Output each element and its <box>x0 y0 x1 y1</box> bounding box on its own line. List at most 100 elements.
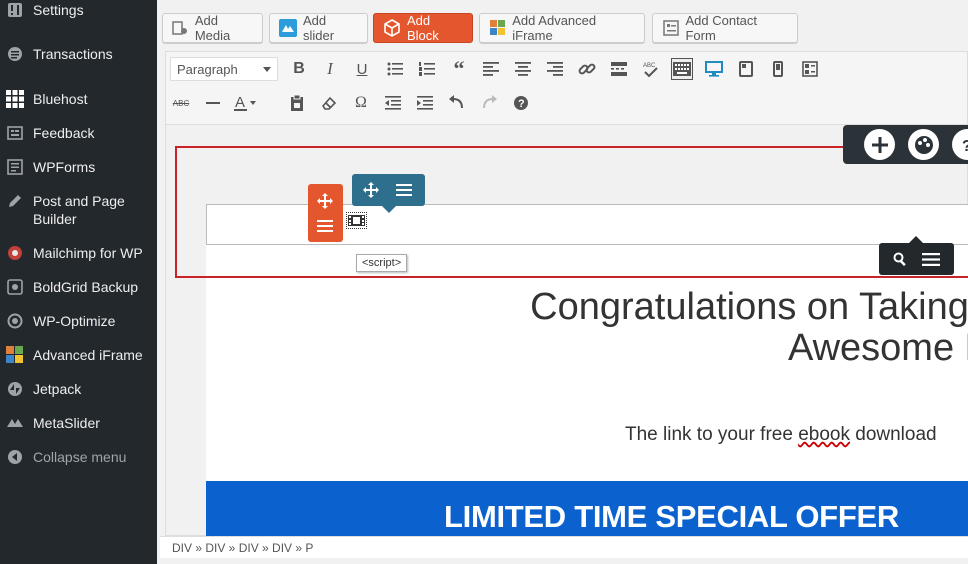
sidebar-item-bluehost[interactable]: Bluehost <box>0 90 157 108</box>
hero-heading[interactable]: Congratulations on Taking t Awesome P <box>470 287 968 369</box>
strikethrough-icon: ABC <box>172 98 190 108</box>
phone-preview-button[interactable] <box>767 58 789 80</box>
mailchimp-icon <box>6 244 24 262</box>
iframe-icon <box>489 19 506 37</box>
underline-button[interactable]: U <box>351 58 373 80</box>
add-slider-label: Add slider <box>303 13 335 43</box>
horizontal-line-icon <box>206 102 220 104</box>
blockquote-button[interactable]: “ <box>448 56 470 81</box>
bold-icon: B <box>293 60 305 77</box>
palette-icon <box>914 135 933 154</box>
horizontal-line-button[interactable] <box>202 92 224 114</box>
slider-icon <box>279 19 297 37</box>
underline-icon: U <box>356 60 368 78</box>
sidebar-item-jetpack[interactable]: Jetpack <box>0 380 157 398</box>
sidebar-item-wp-optimize[interactable]: WP-Optimize <box>0 312 157 330</box>
align-left-button[interactable] <box>480 58 502 80</box>
align-center-button[interactable] <box>512 58 534 80</box>
sidebar-item-label: Bluehost <box>33 91 88 107</box>
add-media-button[interactable]: Add Media <box>162 13 263 43</box>
italic-button[interactable]: I <box>319 58 341 80</box>
redo-button[interactable] <box>478 92 500 114</box>
keyboard-icon <box>673 62 691 76</box>
sidebar-item-label: Feedback <box>33 125 95 141</box>
sidebar-item-settings[interactable]: Settings <box>0 1 157 19</box>
column-menu-button[interactable] <box>395 181 413 199</box>
layout-button[interactable] <box>799 58 821 80</box>
format-select[interactable]: Paragraph <box>170 57 278 81</box>
hamburger-icon <box>317 220 333 232</box>
tablet-preview-button[interactable] <box>735 58 757 80</box>
add-element-button[interactable] <box>864 129 895 160</box>
special-character-button[interactable]: Ω <box>350 92 372 114</box>
sidebar-item-post-page-builder[interactable]: Post and Page Builder <box>0 192 157 228</box>
script-tooltip: <script> <box>356 254 408 272</box>
link-icon <box>578 63 596 75</box>
svg-text:ABC: ABC <box>643 63 656 69</box>
row-menu-button[interactable] <box>316 217 334 235</box>
add-media-icon <box>172 19 189 37</box>
move-arrows-icon <box>363 182 379 198</box>
sidebar-item-mailchimp[interactable]: Mailchimp for WP <box>0 244 157 262</box>
bullet-list-button[interactable] <box>384 58 406 80</box>
element-path[interactable]: DIV » DIV » DIV » DIV » P <box>172 541 313 555</box>
collapse-arrow-icon <box>6 448 24 466</box>
desktop-preview-button[interactable] <box>703 58 725 80</box>
spellcheck-icon: ABC <box>643 63 658 78</box>
paste-text-button[interactable] <box>286 92 308 114</box>
sidebar-item-feedback[interactable]: Feedback <box>0 124 157 142</box>
sidebar-item-label: Post and Page Builder <box>33 193 125 227</box>
text-color-button[interactable]: A <box>234 92 256 114</box>
numbered-list-button[interactable] <box>416 58 438 80</box>
align-left-icon <box>483 62 499 76</box>
design-button[interactable] <box>908 129 939 160</box>
builder-action-panel: ? <box>843 125 968 164</box>
plus-icon <box>871 136 888 153</box>
collapse-menu-label: Collapse menu <box>33 449 127 465</box>
column-controls <box>352 174 425 213</box>
element-menu-button[interactable] <box>922 250 940 268</box>
special-offer-heading: LIMITED TIME SPECIAL OFFER <box>444 499 899 534</box>
chevron-down-icon <box>263 67 271 72</box>
align-right-button[interactable] <box>544 58 566 80</box>
jetpack-icon <box>6 380 24 398</box>
script-placeholder[interactable] <box>346 212 367 229</box>
align-center-icon <box>515 62 531 76</box>
clear-formatting-button[interactable] <box>318 92 340 114</box>
spellcheck-button[interactable]: ABC <box>640 58 662 80</box>
element-search-button[interactable] <box>891 250 909 268</box>
help-panel-button[interactable]: ? <box>952 129 968 160</box>
sidebar-item-boldgrid-backup[interactable]: BoldGrid Backup <box>0 278 157 296</box>
bold-button[interactable]: B <box>288 58 310 80</box>
transactions-icon <box>6 45 24 63</box>
undo-button[interactable] <box>446 92 468 114</box>
pencil-icon <box>6 192 24 210</box>
misspelled-word[interactable]: ebook <box>798 424 850 445</box>
sidebar-item-transactions[interactable]: Transactions <box>0 45 157 63</box>
add-iframe-label: Add Advanced iFrame <box>512 13 597 43</box>
add-slider-button[interactable]: Add slider <box>269 13 368 43</box>
strikethrough-button[interactable]: ABC <box>170 92 192 114</box>
add-block-button[interactable]: Add Block <box>373 13 473 43</box>
format-select-value: Paragraph <box>177 61 238 77</box>
toolbar-toggle-button[interactable] <box>671 58 693 80</box>
metaslider-icon <box>6 414 24 432</box>
read-more-button[interactable] <box>608 58 630 80</box>
outdent-button[interactable] <box>382 92 404 114</box>
indent-icon <box>417 96 433 110</box>
wpforms-icon <box>6 158 24 176</box>
column-move-handle[interactable] <box>362 181 380 199</box>
collapse-menu-button[interactable]: Collapse menu <box>0 448 157 466</box>
hero-heading-line-1: Congratulations on Taking t <box>530 286 968 328</box>
add-block-label: Add Block <box>407 13 439 43</box>
hero-subtext[interactable]: The link to your free ebook download <box>625 424 937 446</box>
row-move-handle[interactable] <box>316 192 334 210</box>
help-button[interactable]: ? <box>510 92 532 114</box>
sidebar-item-metaslider[interactable]: MetaSlider <box>0 414 157 432</box>
insert-link-button[interactable] <box>576 58 598 80</box>
sidebar-item-wpforms[interactable]: WPForms <box>0 158 157 176</box>
add-contact-form-button[interactable]: Add Contact Form <box>652 13 798 43</box>
sidebar-item-advanced-iframe[interactable]: Advanced iFrame <box>0 346 157 364</box>
indent-button[interactable] <box>414 92 436 114</box>
add-advanced-iframe-button[interactable]: Add Advanced iFrame <box>479 13 645 43</box>
